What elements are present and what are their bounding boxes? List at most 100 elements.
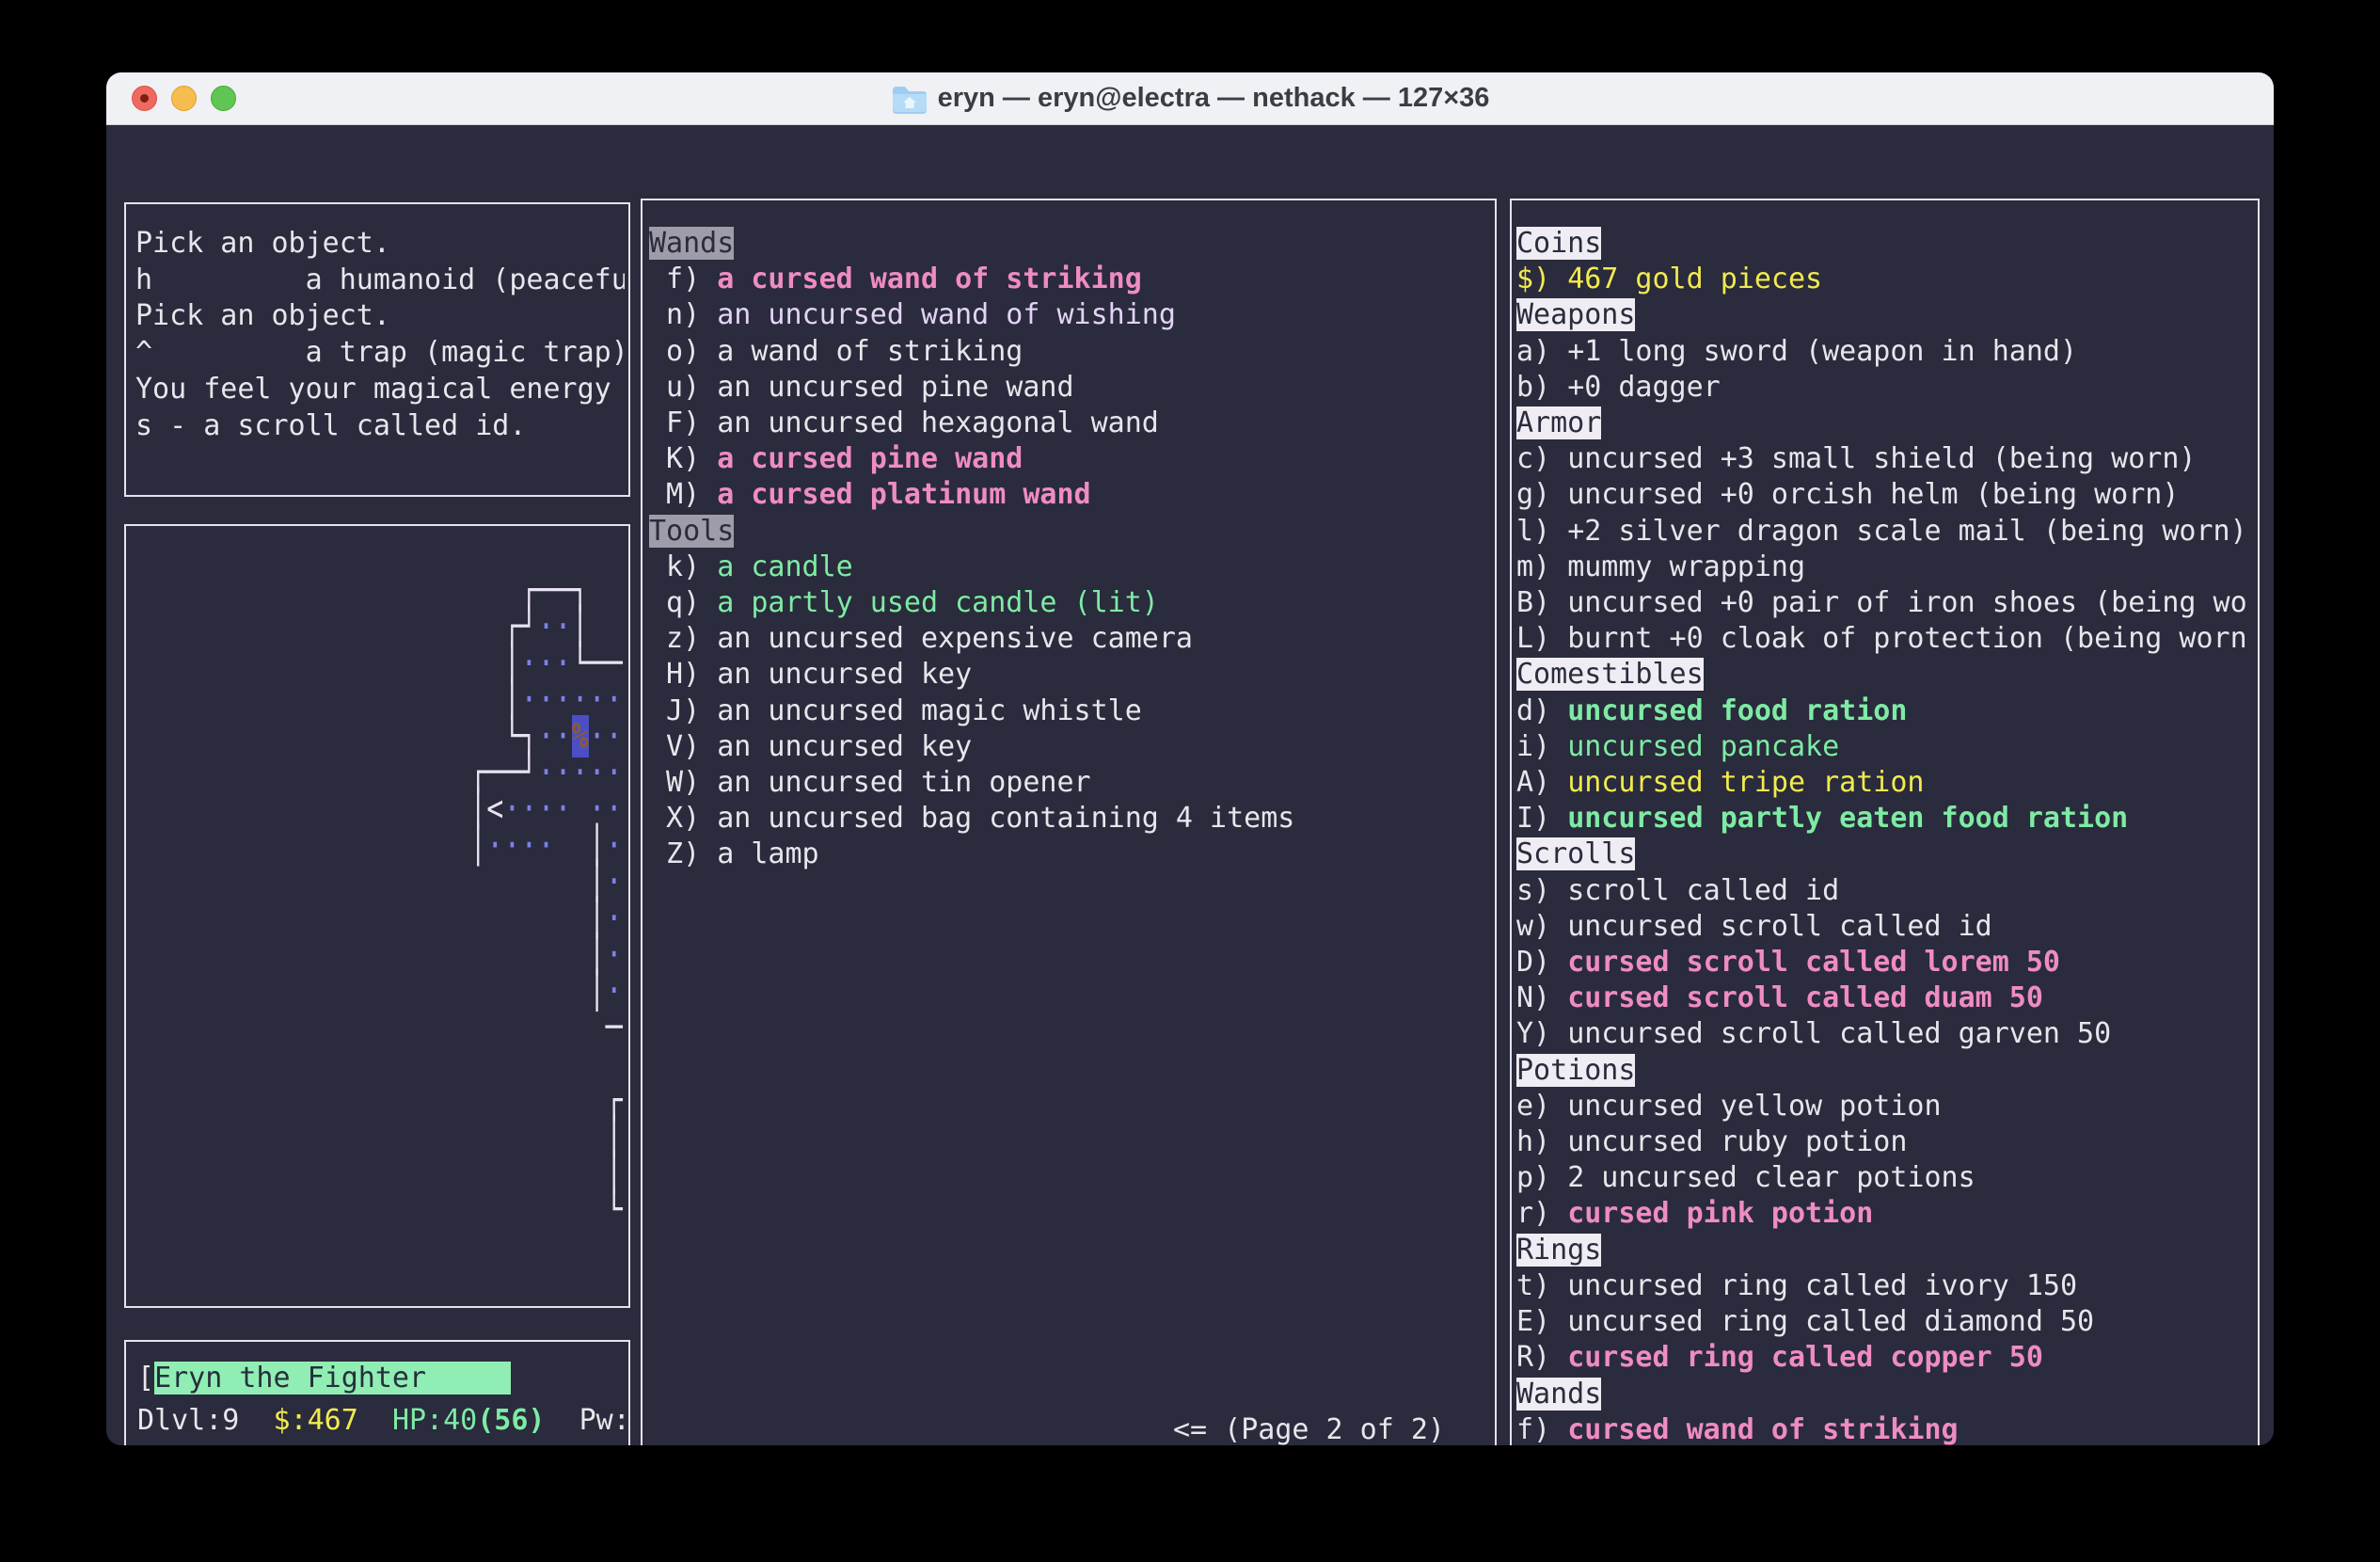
inventory-row[interactable]: I) uncursed partly eaten food ration — [1516, 801, 2250, 837]
terminal-screen[interactable]: Pick an object. h a humanoid (peaceful P… — [106, 125, 2274, 1445]
item-selector: n) — [649, 298, 717, 331]
inventory-row[interactable]: f) a cursed wand of striking — [649, 262, 1294, 297]
item-selector: c) — [1516, 442, 1567, 475]
floor-dot: · — [537, 824, 554, 867]
inventory-row[interactable]: w) uncursed scroll called id — [1516, 909, 2250, 945]
item-selector: Z) — [649, 837, 717, 870]
inventory-row[interactable]: Y) uncursed scroll called garven 50 — [1516, 1016, 2250, 1052]
item-selector: A) — [1516, 766, 1567, 799]
item-selector: q) — [649, 586, 717, 619]
inventory-row[interactable]: k) a candle — [649, 550, 1294, 585]
status-line2: Dlvl:9 $:467 HP:40(56) Pw: — [137, 1403, 630, 1440]
item-label: an uncursed bag containing 4 items — [717, 802, 1294, 835]
inventory-row[interactable]: E) uncursed ring called diamond 50 — [1516, 1304, 2250, 1340]
inventory-row[interactable]: g) uncursed +0 orcish helm (being worn) — [1516, 477, 2250, 513]
item-label: a wand of striking — [717, 335, 1023, 368]
status-segment: Pw: — [546, 1404, 630, 1437]
map-wall: ─ — [606, 1007, 623, 1049]
inventory-row[interactable]: H) an uncursed key — [649, 657, 1294, 693]
category-header: Potions — [1516, 1054, 1635, 1087]
category-header: Weapons — [1516, 298, 1635, 331]
right-list: Coins$) 467 gold piecesWeaponsa) +1 long… — [1516, 226, 2250, 1445]
inventory-row[interactable]: f) cursed wand of striking — [1516, 1412, 2250, 1445]
inventory-row[interactable]: t) uncursed ring called ivory 150 — [1516, 1268, 2250, 1304]
category-header-row: Scrolls — [1516, 837, 2250, 872]
inventory-row[interactable]: d) uncursed food ration — [1516, 693, 2250, 729]
inventory-row[interactable]: l) +2 silver dragon scale mail (being wo… — [1516, 514, 2250, 550]
inventory-row[interactable]: A) uncursed tripe ration — [1516, 765, 2250, 801]
item-selector: w) — [1516, 910, 1567, 943]
inventory-row[interactable]: p) 2 uncursed clear potions — [1516, 1160, 2250, 1196]
inventory-row[interactable]: X) an uncursed bag containing 4 items — [649, 801, 1294, 837]
status-segment: Dlvl:9 — [137, 1404, 274, 1437]
inventory-row[interactable]: R) cursed ring called copper 50 — [1516, 1340, 2250, 1376]
item-label: an uncursed key — [717, 730, 972, 763]
inventory-row[interactable]: $) 467 gold pieces — [1516, 262, 2250, 297]
item-label: 467 gold pieces — [1567, 263, 1822, 295]
floor-dot: · — [503, 824, 520, 867]
item-selector: o) — [649, 335, 717, 368]
item-label: uncursed food ration — [1567, 694, 1907, 727]
item-label: uncursed scroll called garven 50 — [1567, 1017, 2111, 1050]
map-wall: │ — [589, 970, 606, 1012]
category-header: Rings — [1516, 1234, 1601, 1267]
inventory-row[interactable]: V) an uncursed key — [649, 729, 1294, 765]
inventory-row[interactable]: B) uncursed +0 pair of iron shoes (being… — [1516, 585, 2250, 621]
minimize-button[interactable] — [171, 86, 197, 111]
inventory-row[interactable]: F) an uncursed hexagonal wand — [649, 406, 1294, 441]
inventory-row[interactable]: b) +0 dagger — [1516, 370, 2250, 406]
item-selector: X) — [649, 802, 717, 835]
inventory-row[interactable]: e) uncursed yellow potion — [1516, 1089, 2250, 1124]
inventory-row[interactable]: c) uncursed +3 small shield (being worn) — [1516, 441, 2250, 477]
inventory-row[interactable]: K) a cursed pine wand — [649, 441, 1294, 477]
middle-list: Wands f) a cursed wand of striking n) an… — [649, 226, 1294, 873]
item-selector: E) — [1516, 1305, 1567, 1338]
item-label: burnt +0 cloak of protection (being worn — [1567, 622, 2246, 655]
category-header-row: Coins — [1516, 226, 2250, 262]
traffic-lights — [132, 72, 236, 124]
inventory-row[interactable]: q) a partly used candle (lit) — [649, 585, 1294, 621]
category-header-row: Potions — [1516, 1053, 2250, 1089]
inventory-row[interactable]: u) an uncursed pine wand — [649, 370, 1294, 406]
status-segment: (56) — [477, 1404, 545, 1437]
inventory-row[interactable]: J) an uncursed magic whistle — [649, 693, 1294, 729]
status-segment: $:467 — [274, 1404, 358, 1437]
inventory-row[interactable]: z) an uncursed expensive camera — [649, 621, 1294, 657]
inventory-row[interactable]: i) uncursed pancake — [1516, 729, 2250, 765]
inventory-row[interactable]: Z) a lamp — [649, 837, 1294, 872]
category-header: Armor — [1516, 406, 1601, 439]
map-wall: │ — [469, 824, 486, 867]
inventory-row[interactable]: L) burnt +0 cloak of protection (being w… — [1516, 621, 2250, 657]
inventory-row[interactable]: n) an uncursed wand of wishing — [649, 297, 1294, 333]
item-label: uncursed ring called ivory 150 — [1567, 1269, 2077, 1302]
inventory-row[interactable]: M) a cursed platinum wand — [649, 477, 1294, 513]
item-selector: m) — [1516, 550, 1567, 583]
window-title: eryn — eryn@electra — nethack — 127×36 — [891, 83, 1490, 114]
inventory-row[interactable]: a) +1 long sword (weapon in hand) — [1516, 334, 2250, 370]
inventory-row[interactable]: N) cursed scroll called duam 50 — [1516, 980, 2250, 1016]
status-segment — [358, 1404, 392, 1437]
map-pre[interactable]: ┌──┐ ┌┘··│ │···└── │······ └┐··%·· ┌──┘·… — [130, 573, 623, 1229]
item-label: uncursed tripe ration — [1567, 766, 1924, 799]
inventory-row[interactable]: m) mummy wrapping — [1516, 550, 2250, 585]
item-selector: M) — [649, 478, 717, 511]
inventory-row[interactable]: D) cursed scroll called lorem 50 — [1516, 945, 2250, 980]
item-label: an uncursed tin opener — [717, 766, 1090, 799]
item-selector: N) — [1516, 981, 1567, 1014]
page-indicator[interactable]: <= (Page 2 of 2) — [1173, 1412, 1445, 1445]
item-label: uncursed ring called diamond 50 — [1567, 1305, 2094, 1338]
item-selector: I) — [1516, 802, 1567, 835]
inventory-row[interactable]: W) an uncursed tin opener — [649, 765, 1294, 801]
zoom-button[interactable] — [211, 86, 236, 111]
item-selector: W) — [649, 766, 717, 799]
inventory-row[interactable]: o) a wand of striking — [649, 334, 1294, 370]
close-button[interactable] — [132, 86, 157, 111]
item-selector: b) — [1516, 371, 1567, 404]
inventory-row[interactable]: h) uncursed ruby potion — [1516, 1124, 2250, 1160]
titlebar[interactable]: eryn — eryn@electra — nethack — 127×36 — [106, 72, 2274, 125]
item-label: a partly used candle (lit) — [717, 586, 1159, 619]
inventory-row[interactable]: s) scroll called id — [1516, 873, 2250, 909]
item-selector: Y) — [1516, 1017, 1567, 1050]
inventory-row[interactable]: r) cursed pink potion — [1516, 1196, 2250, 1232]
item-selector: d) — [1516, 694, 1567, 727]
